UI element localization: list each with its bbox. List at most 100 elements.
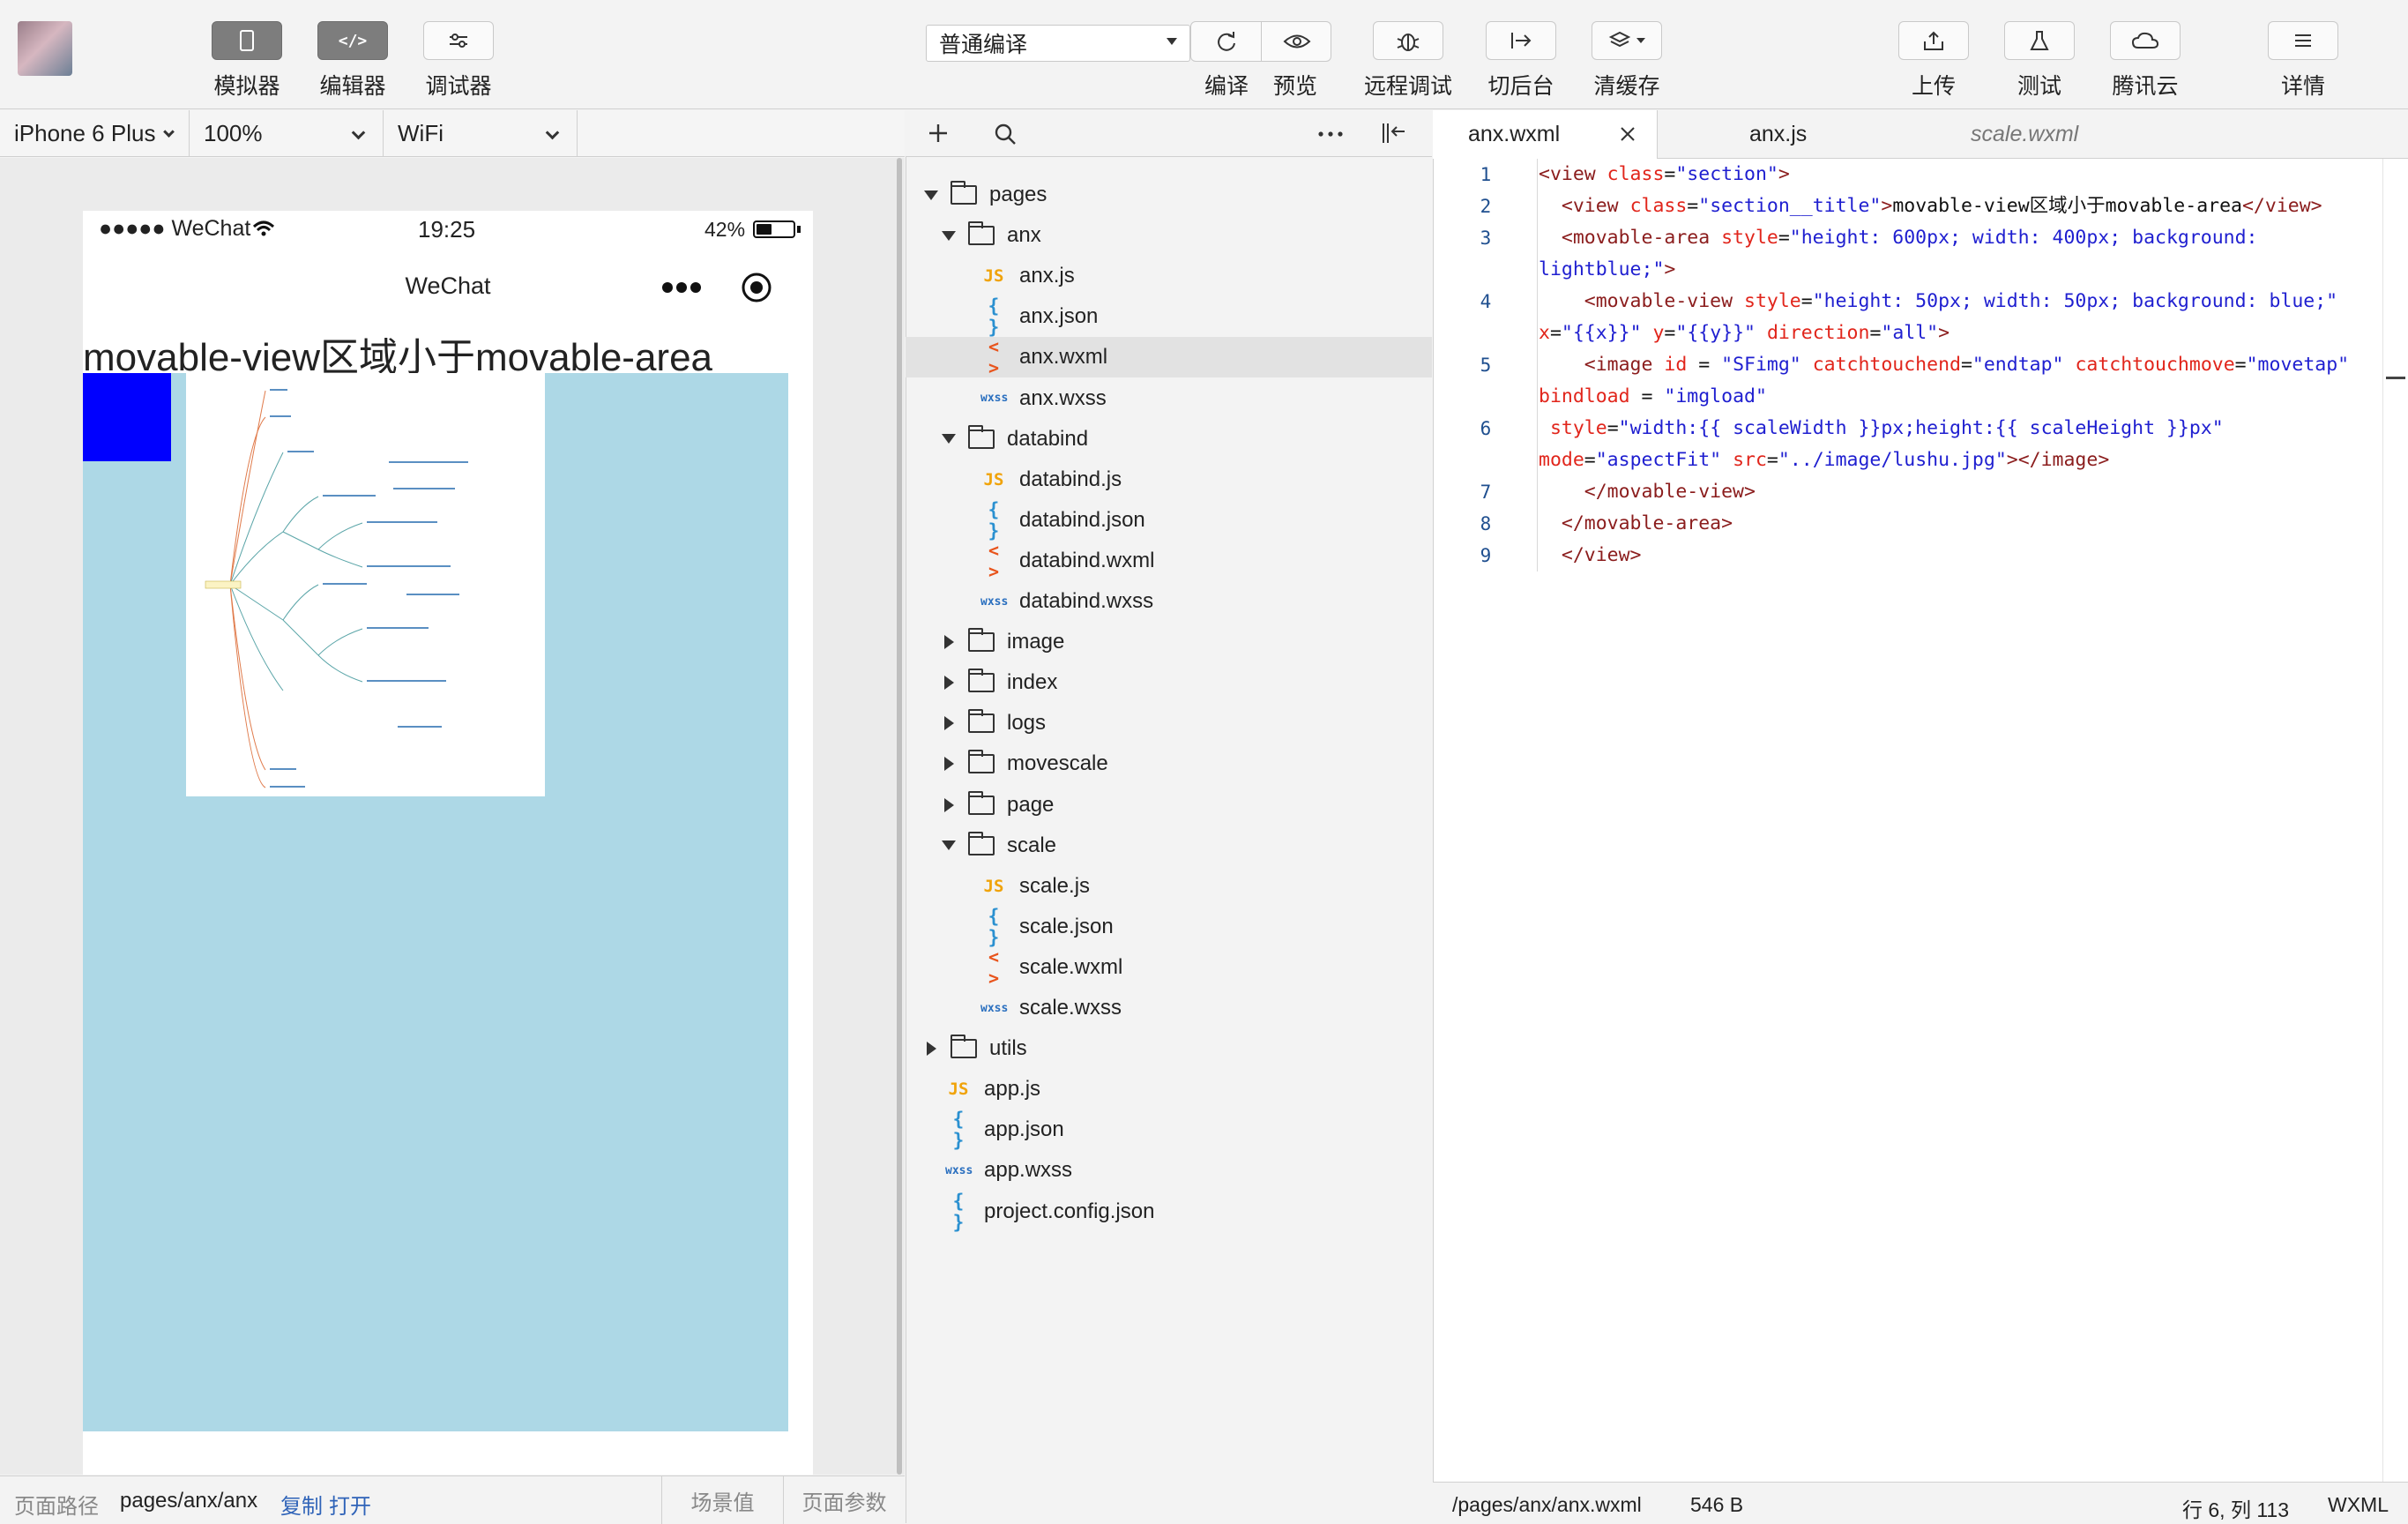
mindmap-image[interactable] bbox=[186, 373, 545, 796]
page-params-label: 页面参数 bbox=[801, 1490, 887, 1515]
simulator-scrollbar[interactable] bbox=[897, 158, 902, 1475]
folder-item[interactable]: image bbox=[906, 622, 1432, 662]
more-icon[interactable] bbox=[1318, 131, 1343, 137]
tab-anx-js[interactable]: anx.js bbox=[1658, 110, 1882, 159]
collapse-panel-icon[interactable] bbox=[1380, 121, 1406, 146]
file-item[interactable]: { } scale.json bbox=[906, 906, 1432, 948]
folder-item[interactable]: pages bbox=[906, 175, 1432, 215]
file-path-text: /pages/anx/anx.wxml bbox=[1452, 1493, 1642, 1516]
tencent-cloud-button[interactable] bbox=[2110, 21, 2181, 60]
menu-icon bbox=[2295, 34, 2311, 47]
editor-toggle-button[interactable]: </> bbox=[317, 21, 388, 60]
folder-icon bbox=[968, 790, 995, 815]
compile-button[interactable] bbox=[1191, 22, 1262, 61]
json-file-icon: { } bbox=[988, 498, 1000, 542]
file-item[interactable]: < > databind.wxml bbox=[906, 540, 1432, 582]
switch-icon bbox=[1511, 33, 1532, 49]
copy-path-link[interactable]: 复制 bbox=[280, 1489, 323, 1520]
language-mode-text[interactable]: WXML bbox=[2328, 1493, 2389, 1517]
device-select[interactable]: iPhone 6 Plus bbox=[0, 110, 190, 157]
file-item[interactable]: { } project.config.json bbox=[906, 1190, 1432, 1233]
page-params-button[interactable]: 页面参数 bbox=[783, 1476, 905, 1524]
simulator-toggle-button[interactable] bbox=[212, 21, 282, 60]
caret-right-icon[interactable] bbox=[944, 676, 954, 691]
file-item[interactable]: JS anx.js bbox=[906, 256, 1432, 296]
caret-down-icon[interactable] bbox=[942, 230, 956, 241]
file-item[interactable]: { } app.json bbox=[906, 1109, 1432, 1151]
folder-icon bbox=[951, 1035, 977, 1059]
code-line: <movable-view style="height: 50px; width… bbox=[1539, 290, 2338, 312]
network-select[interactable]: WiFi bbox=[384, 110, 578, 157]
movable-view[interactable] bbox=[83, 373, 171, 461]
file-item[interactable]: JS scale.js bbox=[906, 866, 1432, 907]
tree-item-label: databind.wxml bbox=[1019, 548, 1155, 572]
zoom-select[interactable]: 100% bbox=[190, 110, 384, 157]
tree-item-label: image bbox=[1007, 630, 1065, 654]
preview-button[interactable] bbox=[1262, 22, 1332, 61]
json-file-icon: { } bbox=[952, 1190, 965, 1233]
caret-down-icon[interactable] bbox=[924, 190, 938, 200]
details-label: 详情 bbox=[2280, 74, 2326, 99]
js-file-icon: JS bbox=[983, 876, 1004, 896]
file-item[interactable]: < > scale.wxml bbox=[906, 946, 1432, 989]
folder-item[interactable]: utils bbox=[906, 1028, 1432, 1069]
file-item[interactable]: wxss anx.wxss bbox=[906, 378, 1432, 419]
scene-value-button[interactable]: 场景值 bbox=[661, 1476, 783, 1524]
file-item[interactable]: { } databind.json bbox=[906, 498, 1432, 542]
caret-right-icon[interactable] bbox=[944, 716, 954, 731]
scene-value-label: 场景值 bbox=[690, 1490, 755, 1515]
folder-item[interactable]: movescale bbox=[906, 743, 1432, 784]
folder-item[interactable]: scale bbox=[906, 826, 1432, 866]
wxss-file-icon: wxss bbox=[980, 1001, 1009, 1015]
file-item[interactable]: { } anx.json bbox=[906, 295, 1432, 338]
folder-item[interactable]: logs bbox=[906, 703, 1432, 743]
compile-mode-select[interactable]: 普通编译 bbox=[926, 25, 1190, 62]
cursor-position-text[interactable]: 行 6, 列 113 bbox=[2182, 1493, 2289, 1523]
caret-right-icon[interactable] bbox=[944, 797, 954, 812]
close-icon[interactable] bbox=[1620, 126, 1636, 142]
add-icon[interactable] bbox=[928, 123, 949, 144]
clear-cache-button[interactable] bbox=[1592, 21, 1662, 60]
debugger-toggle-button[interactable] bbox=[423, 21, 494, 60]
avatar[interactable] bbox=[18, 21, 72, 76]
tab-label: anx.js bbox=[1749, 122, 1808, 146]
caret-down-icon[interactable] bbox=[942, 840, 956, 851]
folder-item[interactable]: databind bbox=[906, 419, 1432, 459]
tree-item-label: scale.js bbox=[1019, 873, 1091, 898]
folder-open-icon bbox=[951, 181, 977, 205]
caret-right-icon[interactable] bbox=[944, 635, 954, 650]
caret-right-icon[interactable] bbox=[927, 1042, 936, 1057]
search-icon[interactable] bbox=[994, 123, 1017, 146]
folder-item[interactable]: index bbox=[906, 662, 1432, 703]
file-item[interactable]: < > anx.wxml bbox=[906, 336, 1432, 378]
carrier-text: ●●●●● WeChat bbox=[99, 216, 251, 241]
open-path-link[interactable]: 打开 bbox=[329, 1489, 371, 1520]
details-button[interactable] bbox=[2268, 21, 2338, 60]
file-item[interactable]: JS app.js bbox=[906, 1069, 1432, 1109]
tab-scale-wxml[interactable]: scale.wxml bbox=[1882, 110, 2147, 159]
more-dots-icon[interactable] bbox=[661, 281, 702, 298]
background-switch-button[interactable] bbox=[1486, 21, 1556, 60]
tree-item-label: anx.wxss bbox=[1019, 385, 1107, 410]
file-item[interactable]: wxss databind.wxss bbox=[906, 581, 1432, 622]
tencent-cloud-label: 腾讯云 bbox=[2112, 74, 2179, 99]
file-item[interactable]: wxss app.wxss bbox=[906, 1150, 1432, 1191]
caret-right-icon[interactable] bbox=[944, 757, 954, 772]
caret-down-icon[interactable] bbox=[942, 434, 956, 444]
editor-scrollbar-track[interactable] bbox=[2382, 159, 2383, 1482]
upload-button[interactable] bbox=[1898, 21, 1969, 60]
simulator-label: 模拟器 bbox=[213, 74, 280, 99]
bug-icon bbox=[1397, 34, 1420, 51]
folder-item[interactable]: page bbox=[906, 785, 1432, 826]
chevron-down-icon bbox=[351, 125, 366, 140]
file-item[interactable]: wxss scale.wxss bbox=[906, 988, 1432, 1028]
tab-anx-wxml[interactable]: anx.wxml bbox=[1433, 110, 1658, 159]
dropdown-arrow-icon bbox=[1636, 38, 1645, 43]
line-number: 1 bbox=[1480, 164, 1492, 185]
close-target-icon[interactable] bbox=[740, 271, 773, 309]
folder-item[interactable]: anx bbox=[906, 215, 1432, 256]
test-button[interactable] bbox=[2004, 21, 2075, 60]
line-number: 7 bbox=[1480, 482, 1492, 503]
file-item[interactable]: JS databind.js bbox=[906, 459, 1432, 500]
remote-debug-button[interactable] bbox=[1373, 21, 1443, 60]
